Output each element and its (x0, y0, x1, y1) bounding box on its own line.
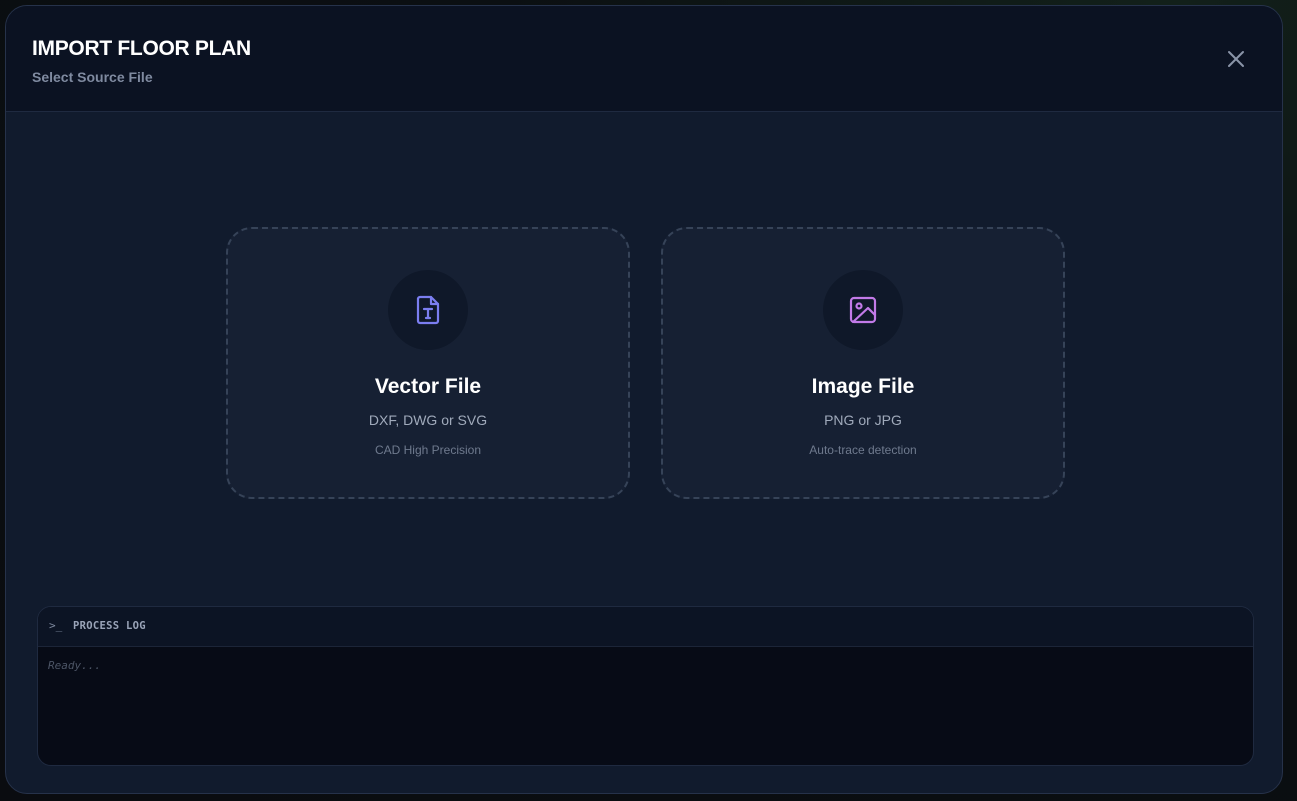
dialog-title: IMPORT FLOOR PLAN (32, 37, 251, 60)
vector-option-title: Vector File (374, 375, 482, 398)
image-icon-badge (823, 270, 903, 350)
image-file-option[interactable]: Image File PNG or JPG Auto-trace detecti… (661, 227, 1065, 499)
close-button[interactable] (1225, 48, 1247, 70)
image-option-formats: PNG or JPG (824, 412, 902, 428)
vector-option-formats: DXF, DWG or SVG (368, 412, 488, 428)
import-dialog: IMPORT FLOOR PLAN Select Source File Vec… (5, 5, 1283, 794)
dialog-header: IMPORT FLOOR PLAN Select Source File (6, 6, 1282, 112)
terminal-icon: >_ (49, 619, 63, 632)
process-log-output: Ready... (48, 659, 101, 672)
process-log-header: >_ PROCESS LOG (38, 607, 1253, 647)
image-icon (849, 296, 877, 324)
process-log-title: PROCESS LOG (73, 620, 146, 632)
vector-file-option[interactable]: Vector File DXF, DWG or SVG CAD High Pre… (226, 227, 630, 499)
image-option-note: Auto-trace detection (809, 443, 917, 457)
close-icon (1228, 51, 1244, 67)
process-log-panel: >_ PROCESS LOG Ready... (37, 606, 1254, 766)
vector-icon-badge (388, 270, 468, 350)
vector-option-note: CAD High Precision (374, 443, 482, 457)
image-option-title: Image File (811, 375, 915, 398)
dialog-subtitle: Select Source File (32, 69, 153, 85)
file-text-icon (416, 295, 440, 325)
